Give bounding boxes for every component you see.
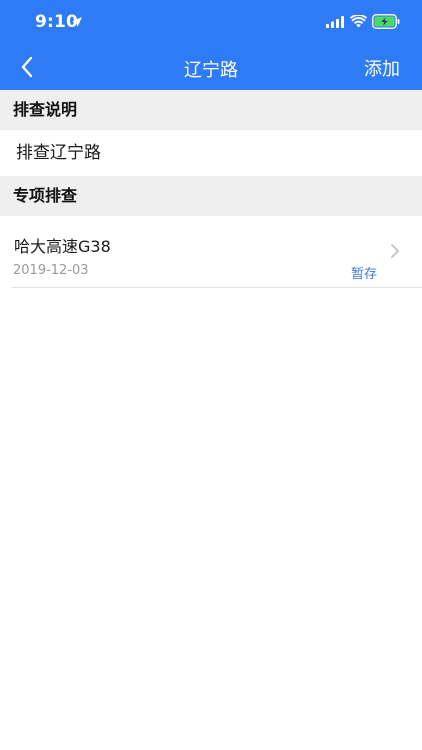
list-item-date: 2019-12-03 xyxy=(13,263,89,278)
section-header-special: 专项排查 xyxy=(0,176,422,216)
list-item-title: 哈大高速G38 xyxy=(14,237,111,256)
signal-icon xyxy=(326,16,344,28)
wifi-icon xyxy=(350,15,367,28)
list-item[interactable]: 哈大高速G38 2019-12-03 暂存 xyxy=(0,216,422,288)
status-badge: 暂存 xyxy=(351,267,378,282)
chevron-right-icon xyxy=(391,244,399,258)
divider xyxy=(12,287,422,288)
app-header: 9:10 辽宁路 添加 xyxy=(0,0,422,90)
location-arrow-icon xyxy=(72,17,82,27)
status-bar: 9:10 xyxy=(0,0,422,44)
section-header-description: 排查说明 xyxy=(0,90,422,130)
description-text: 排查辽宁路 xyxy=(0,130,422,176)
page-title: 辽宁路 xyxy=(184,60,238,81)
nav-bar: 辽宁路 添加 xyxy=(0,44,422,90)
add-button[interactable]: 添加 xyxy=(364,55,400,81)
battery-charging-icon xyxy=(372,14,400,29)
